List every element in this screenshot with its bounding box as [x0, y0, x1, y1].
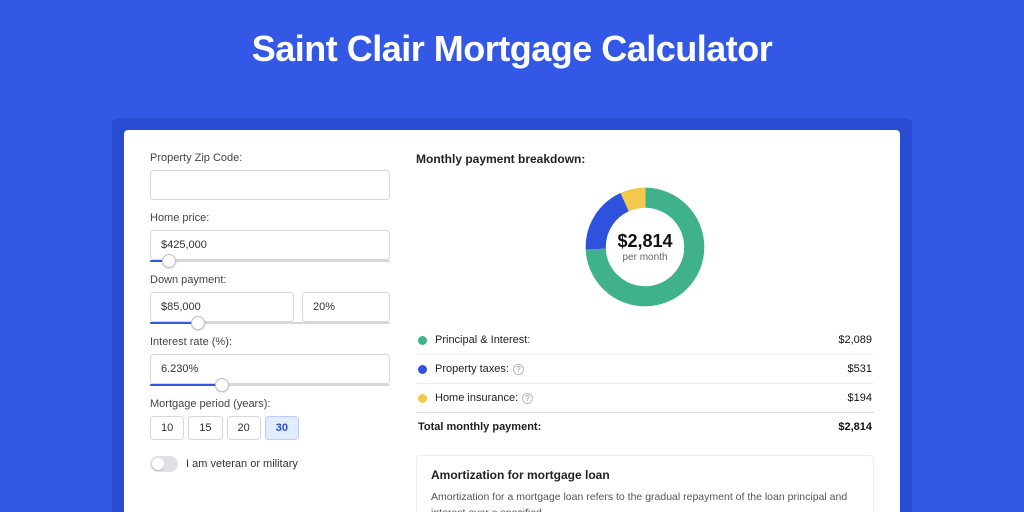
info-icon[interactable]: ? — [513, 364, 524, 375]
total-value: $2,814 — [838, 421, 872, 433]
total-label: Total monthly payment: — [418, 421, 838, 433]
toggle-knob — [152, 458, 164, 470]
legend-row: Property taxes:?$531 — [416, 354, 874, 383]
breakdown-title: Monthly payment breakdown: — [416, 152, 874, 166]
info-icon[interactable]: ? — [522, 393, 533, 404]
slider-thumb[interactable] — [162, 254, 176, 268]
donut-center: $2,814 per month — [580, 182, 710, 312]
amortization-text: Amortization for a mortgage loan refers … — [431, 490, 859, 512]
slider-thumb[interactable] — [191, 316, 205, 330]
mortgage-period-label: Mortgage period (years): — [150, 398, 390, 410]
legend-dot — [418, 336, 427, 345]
donut-center-value: $2,814 — [617, 231, 672, 252]
calculator-panel: Property Zip Code: Home price: Down paym… — [124, 130, 900, 512]
mortgage-period-buttons: 10152030 — [150, 416, 390, 440]
interest-rate-input[interactable] — [150, 354, 390, 384]
veteran-row: I am veteran or military — [150, 456, 390, 472]
period-button-15[interactable]: 15 — [188, 416, 222, 440]
legend-value: $2,089 — [838, 334, 872, 346]
legend-row: Home insurance:?$194 — [416, 383, 874, 412]
down-amount-input[interactable] — [150, 292, 294, 322]
period-button-30[interactable]: 30 — [265, 416, 299, 440]
total-row: Total monthly payment: $2,814 — [416, 412, 874, 441]
page-title: Saint Clair Mortgage Calculator — [0, 0, 1024, 88]
down-percent-input[interactable] — [302, 292, 390, 322]
interest-rate-field: Interest rate (%): — [150, 336, 390, 386]
down-payment-label: Down payment: — [150, 274, 390, 286]
zip-label: Property Zip Code: — [150, 152, 390, 164]
legend: Principal & Interest:$2,089Property taxe… — [416, 326, 874, 412]
home-price-label: Home price: — [150, 212, 390, 224]
donut-center-sub: per month — [622, 252, 667, 263]
donut-chart: $2,814 per month — [416, 174, 874, 326]
legend-label: Principal & Interest: — [435, 334, 838, 346]
legend-row: Principal & Interest:$2,089 — [416, 326, 874, 354]
legend-label: Property taxes:? — [435, 363, 848, 375]
zip-input[interactable] — [150, 170, 390, 200]
veteran-label: I am veteran or military — [186, 458, 298, 470]
legend-label: Home insurance:? — [435, 392, 848, 404]
home-price-field: Home price: — [150, 212, 390, 262]
down-payment-slider[interactable] — [150, 322, 390, 324]
zip-field: Property Zip Code: — [150, 152, 390, 200]
interest-rate-slider[interactable] — [150, 384, 390, 386]
home-price-slider[interactable] — [150, 260, 390, 262]
period-button-10[interactable]: 10 — [150, 416, 184, 440]
slider-thumb[interactable] — [215, 378, 229, 392]
amortization-card: Amortization for mortgage loan Amortizat… — [416, 455, 874, 512]
mortgage-period-field: Mortgage period (years): 10152030 — [150, 398, 390, 440]
down-payment-field: Down payment: — [150, 274, 390, 324]
breakdown-column: Monthly payment breakdown: $2,814 per mo… — [416, 152, 874, 512]
amortization-title: Amortization for mortgage loan — [431, 468, 859, 482]
calculator-panel-frame: Property Zip Code: Home price: Down paym… — [112, 118, 912, 512]
legend-dot — [418, 365, 427, 374]
period-button-20[interactable]: 20 — [227, 416, 261, 440]
veteran-toggle[interactable] — [150, 456, 178, 472]
legend-dot — [418, 394, 427, 403]
interest-rate-label: Interest rate (%): — [150, 336, 390, 348]
legend-value: $194 — [848, 392, 872, 404]
legend-value: $531 — [848, 363, 872, 375]
home-price-input[interactable] — [150, 230, 390, 260]
form-column: Property Zip Code: Home price: Down paym… — [150, 152, 390, 512]
